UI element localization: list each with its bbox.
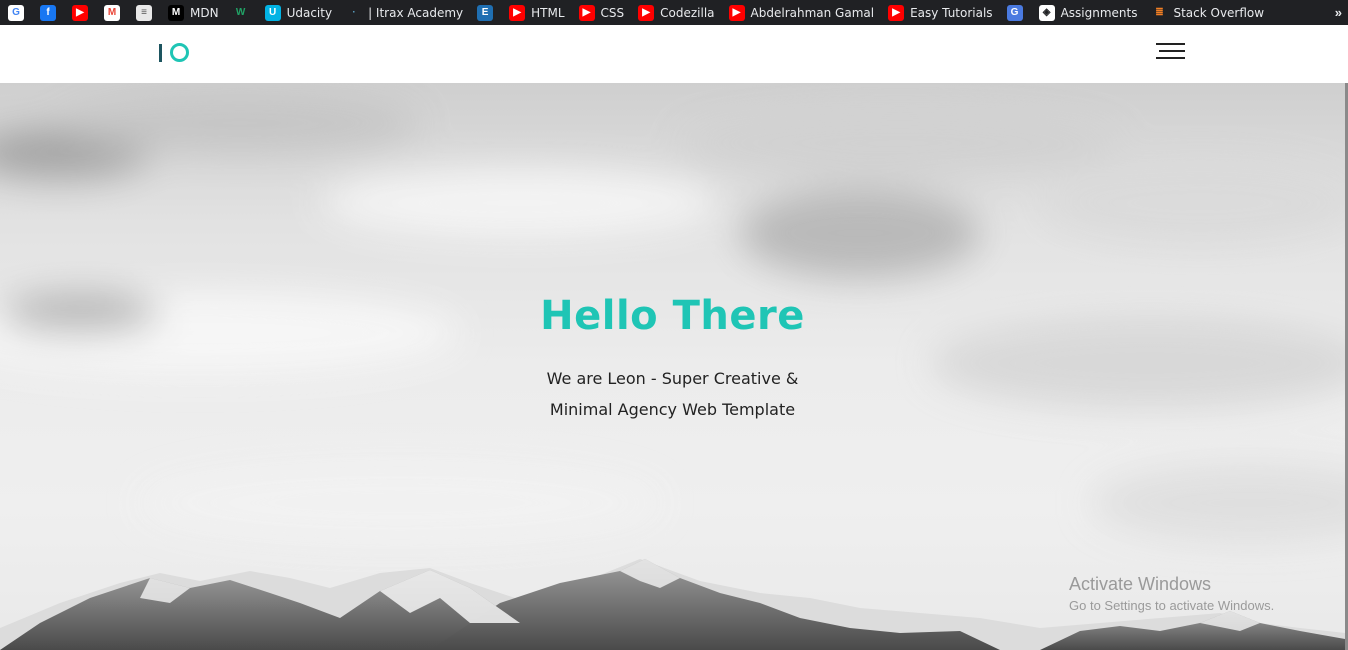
facebook-icon: f (40, 4, 56, 21)
w-icon: W (232, 4, 249, 21)
bookmark-item[interactable]: ▶ CSS (578, 0, 625, 25)
watermark-subtitle: Go to Settings to activate Windows. (1069, 598, 1275, 613)
bookmark-item[interactable]: E (477, 0, 499, 25)
mdn-icon: M (168, 4, 184, 21)
bookmark-item[interactable]: ▶ (72, 0, 94, 25)
site-logo[interactable] (159, 43, 189, 62)
bookmark-item[interactable]: M MDN (168, 0, 219, 25)
translate-icon: G (1006, 4, 1023, 21)
bookmark-label: Udacity (286, 5, 333, 20)
youtube-icon: ▶ (509, 4, 526, 21)
itrax-icon: · (346, 4, 363, 21)
hero-subtitle-line: We are Leon - Super Creative & (546, 369, 799, 388)
bookmark-item[interactable]: ◈ Assignments (1038, 0, 1138, 25)
bookmark-label: HTML (531, 5, 565, 20)
bookmark-label: | Itrax Academy (368, 5, 464, 20)
bookmark-item[interactable]: G (1006, 0, 1029, 25)
bookmark-item[interactable]: ▶ Abdelrahman Gamal (728, 0, 875, 25)
hero-section: Hello There We are Leon - Super Creative… (0, 83, 1345, 650)
bookmark-label: Codezilla (660, 5, 715, 20)
bookmark-label: CSS (600, 5, 625, 20)
bookmark-item[interactable]: ≣ Stack Overflow (1151, 0, 1264, 25)
hero-title: Hello There (540, 293, 805, 339)
youtube-icon: ▶ (638, 4, 655, 21)
bookmark-label: MDN (190, 5, 219, 20)
menu-line-icon (1156, 57, 1185, 59)
bookmark-item[interactable]: M (104, 0, 126, 25)
bookmark-item[interactable]: U Udacity (264, 0, 333, 25)
menu-line-icon (1159, 50, 1185, 52)
bookmark-item[interactable]: ▶ Easy Tutorials (888, 0, 993, 25)
bookmark-item[interactable]: W (232, 0, 255, 25)
gmail-icon: M (104, 4, 120, 21)
logo-bar-icon (159, 43, 162, 62)
hero-subtitle-line: Minimal Agency Web Template (549, 400, 796, 419)
bookmarks-overflow-button[interactable]: » (1335, 0, 1342, 25)
site-icon: ≡ (136, 4, 152, 21)
google-icon: G (8, 4, 24, 21)
bookmark-label: Abdelrahman Gamal (750, 5, 875, 20)
youtube-icon: ▶ (728, 4, 745, 21)
youtube-icon: ▶ (72, 4, 88, 21)
youtube-icon: ▶ (578, 4, 595, 21)
udacity-icon: U (264, 4, 281, 21)
bookmarks-bar: Gf ▶ M ≡ M MDN W U Udacity · | Itrax Academy E ▶ HTML… (0, 0, 1348, 25)
site-header (0, 25, 1348, 83)
bookmark-item[interactable]: G (8, 0, 30, 25)
stackoverflow-icon: ≣ (1151, 4, 1168, 21)
assignments-icon: ◈ (1038, 4, 1055, 21)
windows-activation-watermark: Activate Windows Go to Settings to activ… (1069, 574, 1274, 613)
bookmark-item[interactable]: f (40, 0, 62, 25)
hamburger-menu-button[interactable] (1156, 43, 1185, 61)
e-icon: E (477, 4, 494, 21)
logo-ring-icon (170, 43, 189, 62)
bookmark-item[interactable]: ≡ (136, 0, 158, 25)
bookmark-label: Easy Tutorials (910, 5, 993, 20)
hero-subtitle: We are Leon - Super Creative & Minimal A… (0, 363, 1345, 425)
bookmark-label: Stack Overflow (1173, 5, 1265, 20)
youtube-icon: ▶ (888, 4, 905, 21)
bookmark-label: Assignments (1060, 5, 1138, 20)
menu-line-icon (1156, 43, 1185, 45)
bookmark-item[interactable]: ▶ Codezilla (638, 0, 715, 25)
watermark-title: Activate Windows (1069, 574, 1212, 594)
bookmark-item[interactable]: ▶ HTML (509, 0, 565, 25)
bookmark-item[interactable]: · | Itrax Academy (346, 0, 463, 25)
